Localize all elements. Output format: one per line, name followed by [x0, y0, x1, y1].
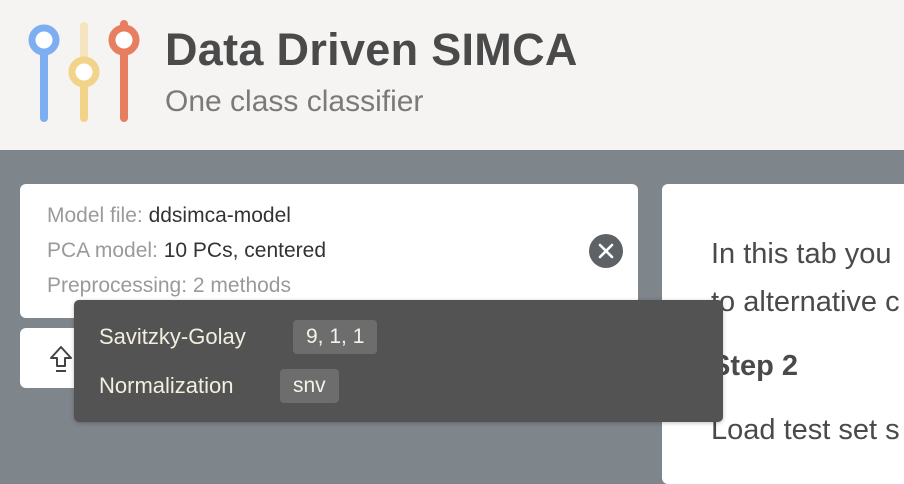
app-title: Data Driven SIMCA — [165, 24, 578, 75]
app-logo — [28, 20, 140, 122]
preprocessing-tooltip: Savitzky-Golay 9, 1, 1 Normalization snv — [74, 300, 723, 422]
tooltip-method-params: 9, 1, 1 — [293, 320, 378, 354]
model-file-label: Model file: — [47, 204, 143, 227]
tooltip-method-label: Savitzky-Golay — [99, 324, 246, 349]
help-text-line-2: to alternative c — [711, 286, 900, 318]
preprocessing-value[interactable]: 2 methods — [193, 274, 291, 297]
help-text-line-3: Load test set s — [711, 414, 900, 446]
pca-model-label: PCA model: — [47, 239, 158, 262]
app-subtitle: One class classifier — [165, 85, 424, 118]
model-file-value: ddsimca-model — [148, 204, 291, 227]
pca-model-row: PCA model: 10 PCs, centered — [47, 239, 326, 263]
remove-model-button[interactable] — [589, 234, 623, 268]
tooltip-method-params: snv — [280, 369, 339, 403]
close-icon — [598, 243, 614, 259]
step-title: Step 2 — [711, 350, 799, 382]
preprocessing-label: Preprocessing: — [47, 274, 188, 297]
model-card: Model file: ddsimca-model PCA model: 10 … — [20, 184, 638, 318]
upload-icon — [50, 346, 72, 372]
pca-model-value: 10 PCs, centered — [163, 239, 326, 262]
model-file-row: Model file: ddsimca-model — [47, 204, 291, 228]
preprocessing-row[interactable]: Preprocessing: 2 methods — [47, 274, 291, 298]
help-text-line-1: In this tab you — [711, 238, 892, 270]
tooltip-method-label: Normalization — [99, 373, 234, 398]
app-header: Data Driven SIMCA One class classifier — [0, 0, 904, 150]
